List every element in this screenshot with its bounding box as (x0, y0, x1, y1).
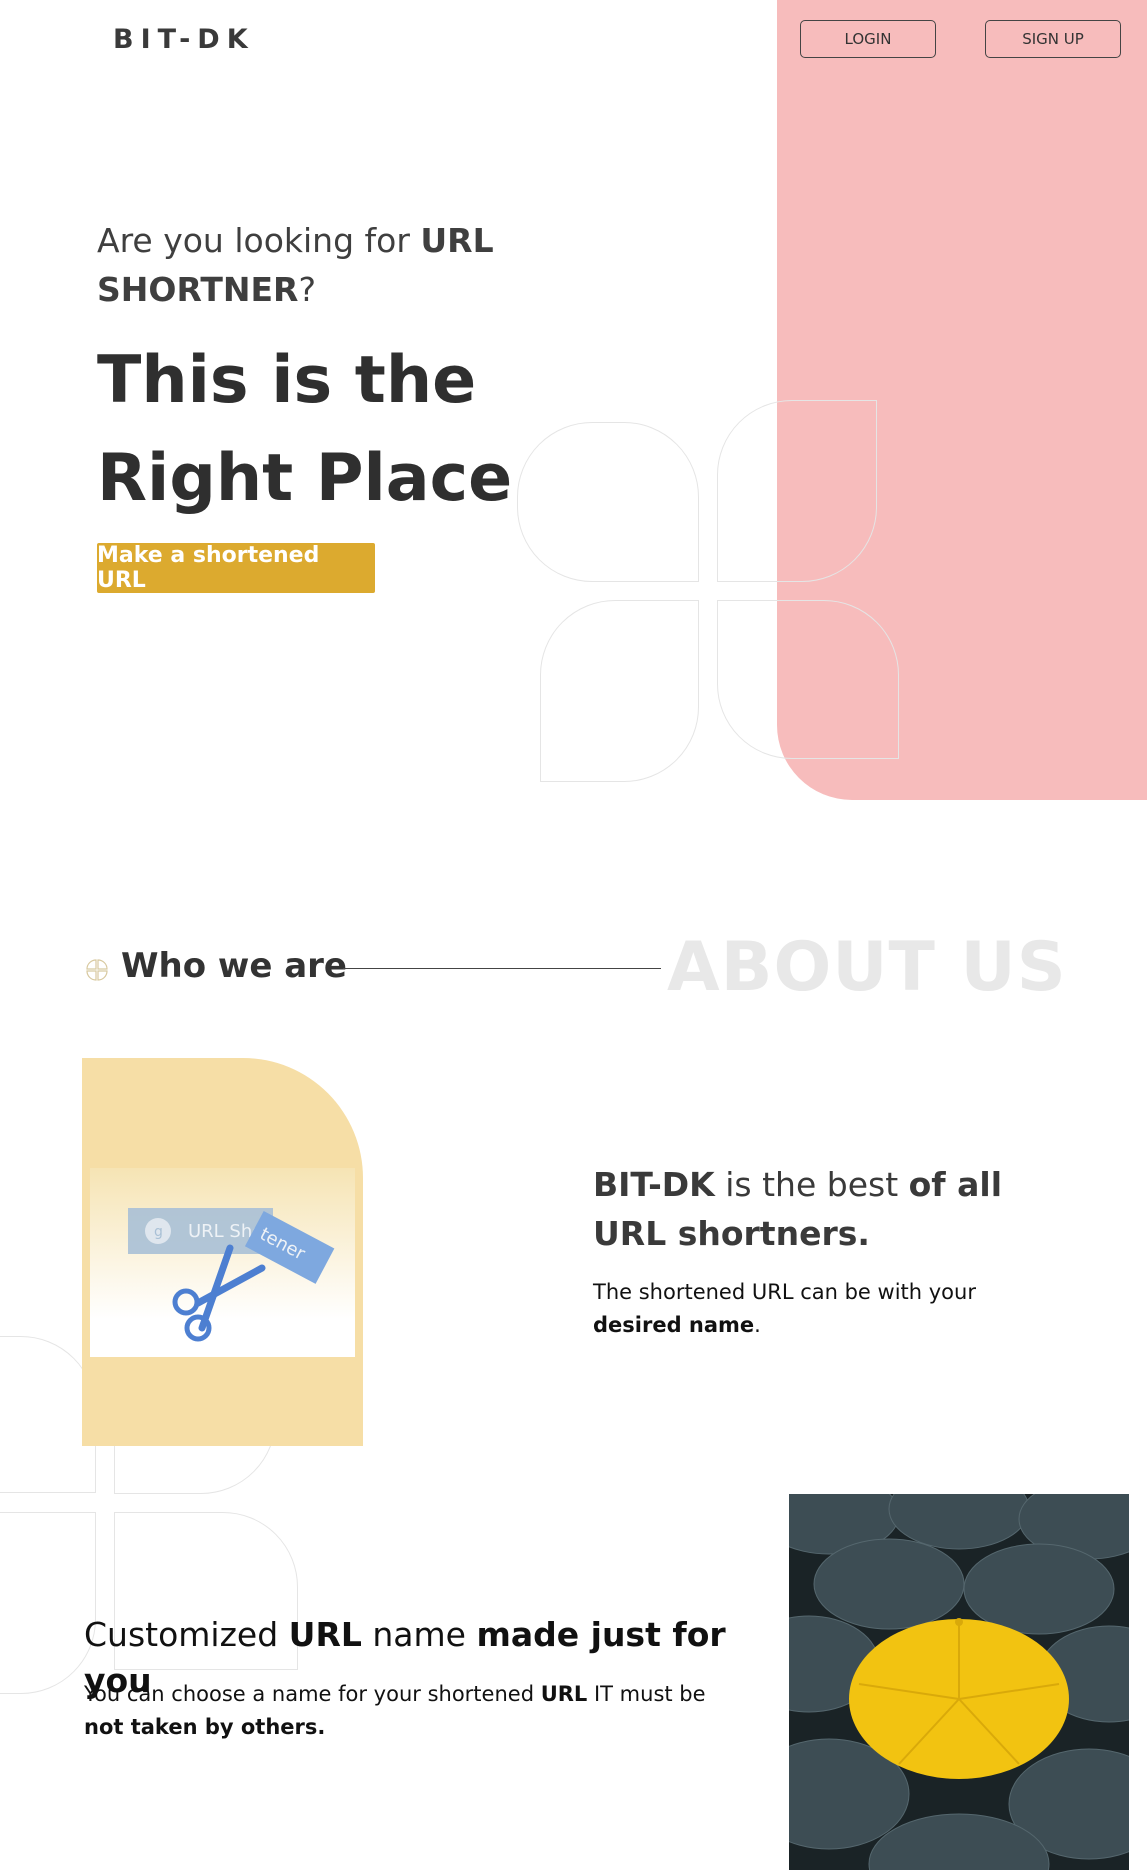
umbrella-image (789, 1494, 1129, 1870)
about-desc-suffix: . (754, 1313, 761, 1337)
yellow-umbrella (849, 1618, 1069, 1779)
custom-desc-mid: IT must be (587, 1682, 706, 1706)
about-desc-prefix: The shortened URL can be with your (593, 1280, 976, 1304)
about-title-mid1: is the (714, 1165, 827, 1204)
hero-sub-prefix: Are you looking for (97, 221, 421, 260)
scissors-icon (172, 1244, 266, 1342)
url-shortener-image: g URL Shor tener (90, 1168, 355, 1357)
signup-button[interactable]: SIGN UP (985, 20, 1121, 58)
about-description: The shortened URL can be with your desir… (593, 1276, 1023, 1342)
hero-sub-url: URL (420, 221, 494, 260)
hero-headline: This is the Right Place (97, 332, 567, 528)
custom-title-mid: name (361, 1615, 477, 1654)
make-shortened-url-button[interactable]: Make a shortened URL (97, 543, 375, 593)
who-we-are-heading: Who we are (121, 946, 347, 986)
hero-subheading: Are you looking for URL SHORTNER? (97, 216, 537, 314)
about-desc-bold: desired name (593, 1313, 755, 1337)
about-title-brand: BIT-DK (593, 1165, 715, 1204)
custom-desc-prefix: You can choose a name for your shortened (84, 1682, 541, 1706)
about-us-watermark: ABOUT US (667, 928, 1067, 1007)
hero-sub-suffix: ? (298, 270, 316, 309)
custom-title-prefix: Customized (84, 1615, 289, 1654)
custom-title-url: URL (288, 1615, 362, 1654)
flower-icon (86, 959, 108, 981)
login-button[interactable]: LOGIN (800, 20, 936, 58)
about-title-mid2: best (826, 1165, 909, 1204)
section-divider (343, 968, 661, 969)
hero-sub-shortner: SHORTNER (97, 270, 299, 309)
about-title: BIT-DK is the best of all URL shortners. (593, 1160, 1053, 1258)
custom-desc-bold: not taken by others. (84, 1715, 326, 1739)
hero-headline-line1: This is the (97, 343, 477, 418)
hero-headline-line2: Right Place (97, 441, 513, 516)
about-title-line2: URL shortners. (593, 1214, 870, 1253)
custom-description: You can choose a name for your shortened… (84, 1678, 764, 1744)
svg-text:g: g (154, 1224, 163, 1240)
site-logo[interactable]: BIT-DK (113, 24, 255, 55)
custom-desc-url: URL (540, 1682, 588, 1706)
about-title-bold2: of all (908, 1165, 1003, 1204)
